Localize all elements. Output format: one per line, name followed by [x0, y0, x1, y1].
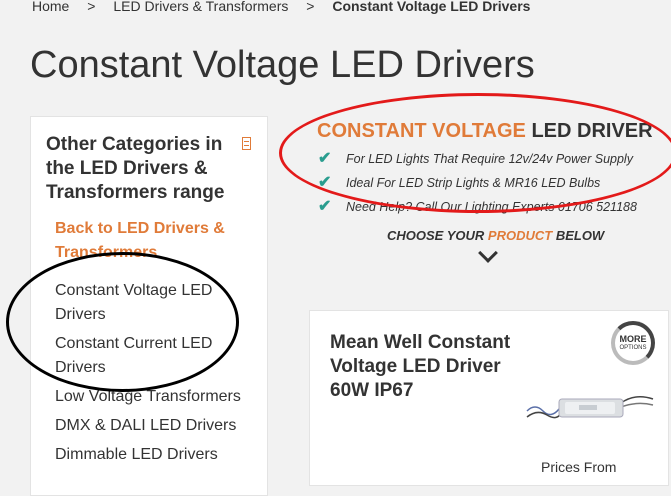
breadcrumb-current: Constant Voltage LED Drivers — [332, 0, 531, 14]
product-name[interactable]: Mean Well Constant Voltage LED Driver 60… — [330, 331, 530, 403]
more-options-badge[interactable]: MORE OPTIONS — [611, 321, 655, 365]
check-icon: ✔ — [318, 198, 332, 215]
led-driver-image[interactable] — [525, 381, 655, 426]
chevron-down-icon[interactable] — [478, 243, 498, 263]
breadcrumb-home-link[interactable]: Home — [32, 0, 69, 14]
prices-from-label: Prices From — [541, 459, 617, 475]
collapse-icon[interactable] — [242, 137, 251, 150]
sidebar-heading: Other Categories in the LED Drivers & Tr… — [46, 134, 225, 203]
breadcrumb: Home > LED Drivers & Transformers > Cons… — [32, 0, 530, 14]
breadcrumb-separator: > — [87, 0, 96, 14]
annotation-red-ellipse — [279, 93, 671, 213]
annotation-black-ellipse — [6, 252, 239, 392]
breadcrumb-separator: > — [306, 0, 315, 14]
page-title: Constant Voltage LED Drivers — [30, 44, 535, 86]
sidebar-item-dimmable[interactable]: Dimmable LED Drivers — [55, 443, 265, 467]
choose-product-heading: CHOOSE YOUR PRODUCT BELOW — [387, 228, 605, 243]
breadcrumb-parent-link[interactable]: LED Drivers & Transformers — [113, 0, 288, 14]
sidebar-item-dmx-dali[interactable]: DMX & DALI LED Drivers — [55, 414, 265, 438]
product-card[interactable]: Mean Well Constant Voltage LED Driver 60… — [309, 310, 669, 486]
